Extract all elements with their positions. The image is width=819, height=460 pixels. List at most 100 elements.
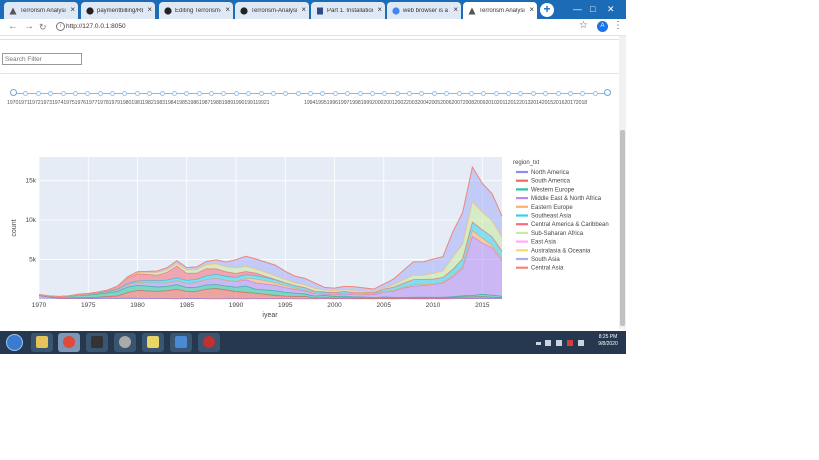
slider-step-dot[interactable]	[246, 91, 252, 96]
area-chart[interactable]: 1970 1975 1980 1985 1990 1995 2000 2005 2010 2015…	[0, 151, 619, 326]
forward-icon[interactable]: →	[24, 21, 34, 33]
slider-step-dot[interactable]	[233, 91, 239, 96]
slider-step-dot[interactable]	[530, 91, 536, 96]
tray-flag-icon[interactable]	[545, 340, 551, 346]
legend-item[interactable]: Western Europe	[516, 187, 575, 193]
legend-item[interactable]: Central Asia	[516, 266, 564, 272]
legend-item[interactable]: Central America & Caribbean	[516, 222, 609, 228]
slider-step-dot[interactable]	[159, 91, 165, 96]
slider-step-dot[interactable]	[332, 91, 338, 96]
slider-step-dot[interactable]	[48, 91, 54, 96]
browser-tab[interactable]: Part 1. Installation ×	[311, 2, 385, 19]
browser-tab[interactable]: Terrorism Analysis ×	[463, 2, 537, 19]
legend-item[interactable]: South Asia	[516, 257, 560, 263]
browser-tab[interactable]: Editing Terrorism-A ×	[159, 2, 233, 19]
close-tab-icon[interactable]: ×	[70, 5, 75, 14]
notepad-icon[interactable]	[170, 333, 192, 352]
slider-step-dot[interactable]	[122, 91, 128, 96]
page-scrollbar-thumb[interactable]	[620, 130, 625, 326]
slider-step-dot[interactable]	[97, 91, 103, 96]
slider-step-dot[interactable]	[283, 91, 289, 96]
slider-step-dot[interactable]	[270, 91, 276, 96]
minimize-button[interactable]: —	[573, 4, 582, 14]
slider-step-dot[interactable]	[209, 91, 214, 96]
maximize-button[interactable]: □	[590, 4, 595, 14]
slider-step-dot[interactable]	[567, 91, 573, 96]
tray-arrow-icon[interactable]	[536, 342, 541, 345]
slider-handle-start[interactable]	[10, 89, 17, 96]
close-window-button[interactable]: ✕	[607, 4, 615, 14]
tray-alert-icon[interactable]	[567, 340, 573, 346]
profile-avatar[interactable]: A	[597, 21, 608, 32]
browser-tab[interactable]: paymentbilling/README ×	[81, 2, 155, 19]
close-tab-icon[interactable]: ×	[301, 5, 306, 14]
chrome-icon[interactable]	[58, 333, 80, 352]
slider-step-dot[interactable]	[444, 91, 450, 96]
browser-tab[interactable]: web browser is a w ×	[387, 2, 461, 19]
close-tab-icon[interactable]: ×	[377, 5, 382, 14]
legend-item[interactable]: Australasia & Oceania	[516, 248, 591, 254]
slider-step-dot[interactable]	[431, 91, 437, 96]
close-tab-icon[interactable]: ×	[147, 5, 152, 14]
slider-step-dot[interactable]	[506, 91, 511, 96]
legend-item[interactable]: Southeast Asia	[516, 214, 572, 220]
settings-icon[interactable]	[198, 333, 220, 352]
start-button[interactable]	[6, 334, 23, 351]
legend-item[interactable]: East Asia	[516, 240, 557, 246]
slider-step-dot[interactable]	[147, 91, 153, 96]
terminal-icon[interactable]	[86, 333, 108, 352]
windows-explorer-icon[interactable]	[31, 333, 53, 352]
slider-step-dot[interactable]	[592, 91, 598, 96]
tray-network-icon[interactable]	[556, 340, 562, 346]
close-tab-icon[interactable]: ×	[453, 5, 458, 14]
close-tab-icon[interactable]: ×	[225, 5, 230, 14]
disc-icon[interactable]	[114, 333, 136, 352]
slider-step-dot[interactable]	[382, 91, 388, 96]
tray-volume-icon[interactable]	[578, 340, 584, 346]
slider-step-dot[interactable]	[357, 91, 363, 96]
address-bar[interactable]: http://127.0.0.1:8050	[66, 22, 126, 32]
slider-step-dot[interactable]	[171, 91, 177, 96]
slider-handle-end[interactable]	[604, 89, 611, 96]
slider-step-dot[interactable]	[308, 91, 313, 96]
slider-step-dot[interactable]	[196, 91, 202, 96]
slider-step-dot[interactable]	[85, 91, 91, 96]
slider-step-dot[interactable]	[110, 91, 115, 96]
info-icon[interactable]: i	[56, 22, 65, 31]
slider-step-dot[interactable]	[184, 91, 190, 96]
legend-item[interactable]: Sub-Saharan Africa	[516, 231, 584, 237]
slider-step-dot[interactable]	[555, 91, 561, 96]
slider-step-dot[interactable]	[72, 91, 78, 96]
year-range-slider[interactable]: 1970197119721973197419751976197719781979…	[0, 86, 619, 112]
slider-step-dot[interactable]	[419, 91, 425, 96]
slider-step-dot[interactable]	[481, 91, 487, 96]
new-tab-button[interactable]: +	[540, 3, 554, 17]
slider-step-dot[interactable]	[518, 91, 524, 96]
close-tab-icon[interactable]: ×	[529, 5, 534, 14]
slider-step-dot[interactable]	[258, 91, 264, 96]
legend-item[interactable]: Eastern Europe	[516, 205, 573, 211]
slider-step-dot[interactable]	[543, 91, 549, 96]
folder-icon[interactable]	[142, 333, 164, 352]
bookmark-star-icon[interactable]: ☆	[579, 20, 588, 31]
browser-tab[interactable]: Terrorism Analysis ×	[4, 2, 78, 19]
legend-item[interactable]: North America	[516, 170, 570, 176]
legend-item[interactable]: South America	[516, 179, 571, 185]
legend-item[interactable]: Middle East & North Africa	[516, 196, 602, 202]
slider-step-dot[interactable]	[60, 91, 66, 96]
clock[interactable]: 8:25 PM 9/8/2020	[596, 334, 620, 348]
slider-step-dot[interactable]	[320, 91, 326, 96]
slider-step-dot[interactable]	[394, 91, 400, 96]
slider-step-dot[interactable]	[35, 91, 41, 96]
slider-step-dot[interactable]	[468, 91, 474, 96]
legend[interactable]: North America South America Western Europe…	[516, 170, 609, 272]
slider-step-dot[interactable]	[493, 91, 499, 96]
slider-step-dot[interactable]	[456, 91, 462, 96]
search-filter-input[interactable]	[2, 53, 82, 65]
slider-step-dot[interactable]	[134, 91, 140, 96]
slider-step-dot[interactable]	[369, 91, 375, 96]
menu-kebab-icon[interactable]: ⋮	[613, 20, 623, 31]
browser-tab[interactable]: Terrorism-Analysis ×	[235, 2, 309, 19]
slider-step-dot[interactable]	[295, 91, 301, 96]
slider-step-dot[interactable]	[580, 91, 586, 96]
